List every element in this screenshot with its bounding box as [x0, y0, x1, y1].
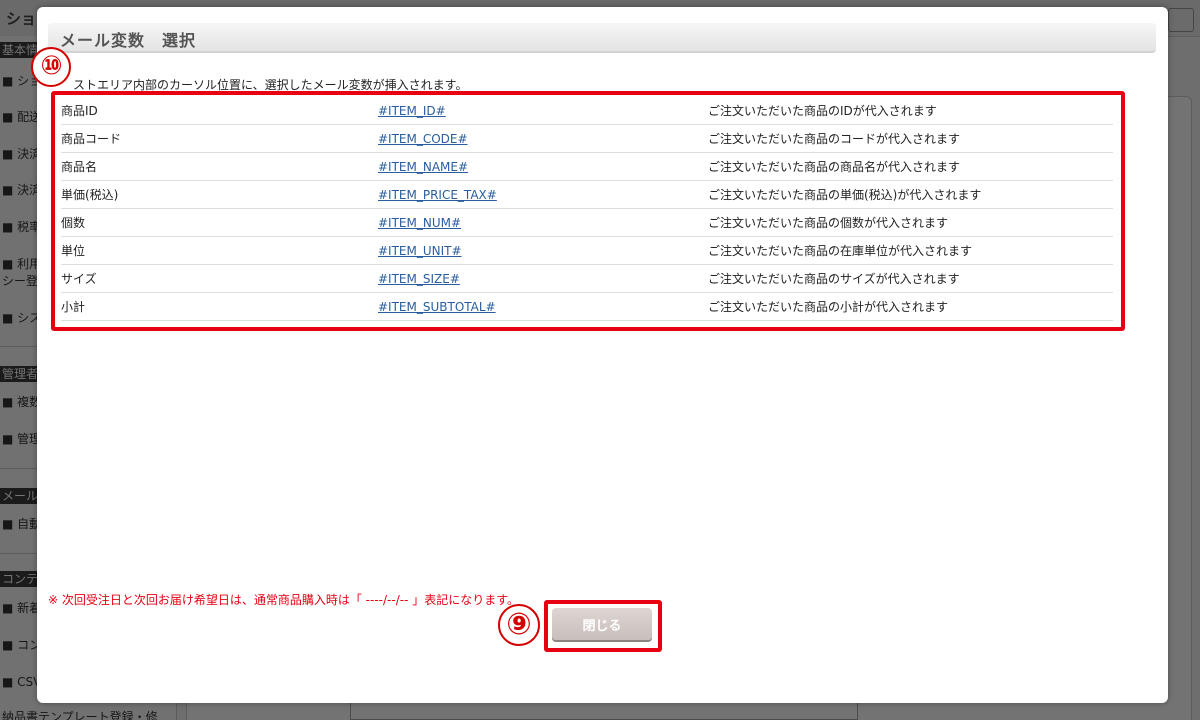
variable-description: ご注文いただいた商品の単価(税込)が代入されます — [708, 180, 1113, 209]
variable-row: 商品ID #ITEM_ID# ご注文いただいた商品のIDが代入されます — [61, 97, 1113, 125]
variable-description: ご注文いただいた商品の個数が代入されます — [708, 208, 1113, 237]
variable-table-highlight: 商品ID #ITEM_ID# ご注文いただいた商品のIDが代入されます 商品コード #I… — [51, 91, 1125, 331]
variable-name: 単価(税込) — [61, 180, 378, 209]
variable-cell: #ITEM_NUM# — [378, 208, 708, 237]
variable-name: サイズ — [61, 264, 378, 293]
variable-description: ご注文いただいた商品の在庫単位が代入されます — [708, 236, 1113, 265]
mail-variable-dialog: メール変数 選択 ストエリア内部のカーソル位置に、選択したメール変数が挿入されま… — [31, 7, 1168, 703]
variable-name: 単位 — [61, 236, 378, 265]
screen: ショ 基本情 ■ ショ ■ 配送 ■ 決済 ■ 決済 ■ 税率 ■ 利用 シー登… — [0, 0, 1200, 720]
variable-cell: #ITEM_PRICE_TAX# — [378, 180, 708, 209]
close-button-highlight: 閉じる — [544, 600, 662, 652]
variable-description: ご注文いただいた商品のサイズが代入されます — [708, 264, 1113, 293]
variable-description: ご注文いただいた商品のコードが代入されます — [708, 124, 1113, 153]
variable-link[interactable]: #ITEM_NUM# — [378, 216, 461, 230]
variable-row: 商品コード #ITEM_CODE# ご注文いただいた商品のコードが代入されます — [61, 124, 1113, 153]
dialog-title-bar: メール変数 選択 — [48, 23, 1156, 53]
variable-name: 小計 — [61, 292, 378, 321]
variable-link[interactable]: #ITEM_SIZE# — [378, 272, 460, 286]
variable-cell: #ITEM_UNIT# — [378, 236, 708, 265]
background-header-button — [1168, 8, 1194, 32]
variable-cell: #ITEM_SUBTOTAL# — [378, 292, 708, 321]
variable-link[interactable]: #ITEM_PRICE_TAX# — [378, 188, 497, 202]
annotation-marker-9: ⑨ — [498, 604, 540, 646]
variable-cell: #ITEM_SIZE# — [378, 264, 708, 293]
variable-name: 商品名 — [61, 152, 378, 181]
variable-row: サイズ #ITEM_SIZE# ご注文いただいた商品のサイズが代入されます — [61, 264, 1113, 293]
variable-row: 単位 #ITEM_UNIT# ご注文いただいた商品の在庫単位が代入されます — [61, 236, 1113, 265]
variable-cell: #ITEM_CODE# — [378, 124, 708, 153]
variable-link[interactable]: #ITEM_ID# — [378, 104, 446, 118]
variable-link[interactable]: #ITEM_CODE# — [378, 132, 468, 146]
variable-description: ご注文いただいた商品の商品名が代入されます — [708, 152, 1113, 181]
background-header-title: ショ — [6, 10, 37, 28]
variable-row: 単価(税込) #ITEM_PRICE_TAX# ご注文いただいた商品の単価(税込)が… — [61, 180, 1113, 209]
background-sidebar-item: 納品書テンプレート登録・修 — [2, 710, 158, 720]
variable-link[interactable]: #ITEM_SUBTOTAL# — [378, 300, 496, 314]
variable-row: 個数 #ITEM_NUM# ご注文いただいた商品の個数が代入されます — [61, 208, 1113, 237]
variable-name: 個数 — [61, 208, 378, 237]
variable-cell: #ITEM_ID# — [378, 97, 708, 125]
variable-name: 商品コード — [61, 124, 378, 153]
variable-name: 商品ID — [61, 97, 378, 125]
variable-cell: #ITEM_NAME# — [378, 152, 708, 181]
variable-row: 商品名 #ITEM_NAME# ご注文いただいた商品の商品名が代入されます — [61, 152, 1113, 181]
close-button[interactable]: 閉じる — [552, 608, 652, 640]
variable-link[interactable]: #ITEM_UNIT# — [378, 244, 462, 258]
variable-table: 商品ID #ITEM_ID# ご注文いただいた商品のIDが代入されます 商品コード #I… — [61, 97, 1113, 321]
annotation-marker-10: ⑩ — [31, 47, 71, 87]
variable-link[interactable]: #ITEM_NAME# — [378, 160, 468, 174]
note-text: ※ 次回受注日と次回お届け希望日は、通常商品購入時は「 ----/--/-- 」… — [48, 593, 520, 607]
variable-description: ご注文いただいた商品のIDが代入されます — [708, 97, 1113, 125]
variable-row: 小計 #ITEM_SUBTOTAL# ご注文いただいた商品の小計が代入されます — [61, 292, 1113, 321]
dialog-title: メール変数 選択 — [60, 31, 197, 50]
variable-description: ご注文いただいた商品の小計が代入されます — [708, 292, 1113, 321]
